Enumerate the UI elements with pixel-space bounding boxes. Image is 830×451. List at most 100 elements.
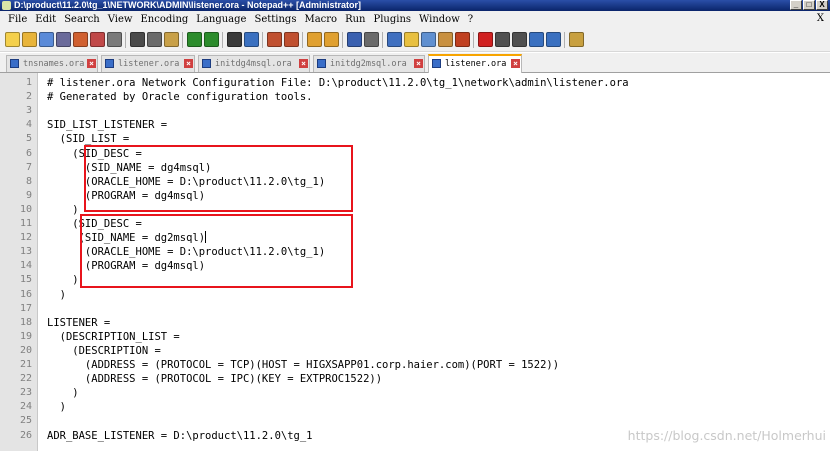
code-line[interactable]: 3: [0, 104, 830, 118]
code-line[interactable]: 20 (DESCRIPTION =: [0, 344, 830, 358]
line-number: 21: [19, 359, 32, 370]
maximize-button[interactable]: □: [803, 0, 815, 10]
sync-vertical-icon[interactable]: [307, 32, 322, 47]
save-all-icon[interactable]: [56, 32, 71, 47]
code-text: # Generated by Oracle configuration tool…: [47, 91, 313, 104]
line-number: 11: [19, 218, 32, 229]
menu-file[interactable]: File: [4, 14, 31, 25]
menu-view[interactable]: View: [104, 14, 137, 25]
replace-icon[interactable]: [244, 32, 259, 47]
code-line[interactable]: 21 (ADDRESS = (PROTOCOL = TCP)(HOST = HI…: [0, 358, 830, 372]
close-icon[interactable]: ×: [184, 59, 193, 68]
close-icon[interactable]: ×: [87, 59, 96, 68]
user-language-icon[interactable]: [404, 32, 419, 47]
function-list-icon[interactable]: [438, 32, 453, 47]
line-number: 17: [19, 302, 32, 314]
word-wrap-icon[interactable]: [347, 32, 362, 47]
code-text: SID_LIST_LISTENER =: [47, 119, 168, 132]
zoom-in-icon[interactable]: [267, 32, 282, 47]
code-line[interactable]: 23 ): [0, 386, 830, 400]
code-line[interactable]: 17: [0, 302, 830, 316]
close-icon[interactable]: ×: [414, 59, 423, 68]
redo-icon[interactable]: [204, 32, 219, 47]
menu-search[interactable]: Search: [60, 14, 104, 25]
close-icon[interactable]: ×: [299, 59, 308, 68]
paste-icon[interactable]: [164, 32, 179, 47]
close-icon[interactable]: ×: [511, 59, 520, 68]
play-macro-icon[interactable]: [512, 32, 527, 47]
title-bar: D:\product\11.2.0\tg_1\NETWORK\ADMIN\lis…: [0, 0, 830, 11]
misc-icon[interactable]: [569, 32, 584, 47]
undo-icon[interactable]: [187, 32, 202, 47]
code-line[interactable]: 25: [0, 414, 830, 428]
code-line[interactable]: 18 LISTENER =: [0, 316, 830, 330]
show-all-chars-icon[interactable]: [364, 32, 379, 47]
save-icon[interactable]: [39, 32, 54, 47]
tab-initdg4msql[interactable]: initdg4msql.ora ×: [198, 55, 310, 72]
menu-help[interactable]: ?: [464, 14, 477, 25]
line-number: 23: [19, 387, 32, 399]
menu-encoding[interactable]: Encoding: [136, 14, 192, 25]
toolbar-separator: [182, 32, 183, 48]
line-number: 3: [25, 105, 32, 117]
toolbar-separator: [382, 32, 383, 48]
line-number: 18: [19, 316, 32, 328]
toolbar-separator: [125, 32, 126, 48]
new-file-icon[interactable]: [5, 32, 20, 47]
menu-bar: File Edit Search View Encoding Language …: [0, 11, 830, 28]
print-icon[interactable]: [107, 32, 122, 47]
code-line[interactable]: 22 (ADDRESS = (PROTOCOL = IPC)(KEY = EXT…: [0, 372, 830, 386]
menu-plugins[interactable]: Plugins: [369, 14, 415, 25]
tab-label: tnsnames.ora: [23, 59, 85, 69]
doc-map-icon[interactable]: [421, 32, 436, 47]
code-text: ADR_BASE_LISTENER = D:\product\11.2.0\tg…: [47, 429, 313, 442]
cut-icon[interactable]: [130, 32, 145, 47]
menu-run[interactable]: Run: [341, 14, 369, 25]
line-number: 12: [19, 232, 32, 244]
folder-workspace-icon[interactable]: [455, 32, 470, 47]
zoom-out-icon[interactable]: [284, 32, 299, 47]
close-all-icon[interactable]: [90, 32, 105, 47]
find-icon[interactable]: [227, 32, 242, 47]
toolbar-separator: [342, 32, 343, 48]
menu-edit[interactable]: Edit: [31, 14, 60, 25]
minimize-button[interactable]: _: [790, 0, 802, 10]
stop-macro-icon[interactable]: [495, 32, 510, 47]
tab-tnsnames[interactable]: tnsnames.ora ×: [6, 55, 98, 72]
code-line[interactable]: 4 SID_LIST_LISTENER =: [0, 118, 830, 132]
menu-language[interactable]: Language: [192, 14, 250, 25]
save-macro-icon[interactable]: [546, 32, 561, 47]
code-line[interactable]: 24 ): [0, 400, 830, 414]
toolbar-separator: [564, 32, 565, 48]
code-line[interactable]: 2 # Generated by Oracle configuration too…: [0, 90, 830, 104]
close-document-button[interactable]: X: [817, 13, 824, 24]
play-multiple-icon[interactable]: [529, 32, 544, 47]
line-number: 13: [19, 246, 32, 258]
menu-window[interactable]: Window: [415, 14, 464, 25]
copy-icon[interactable]: [147, 32, 162, 47]
tab-label: initdg2msql.ora: [330, 59, 407, 69]
close-window-button[interactable]: X: [816, 0, 828, 10]
record-macro-icon[interactable]: [478, 32, 493, 47]
tab-listener-1[interactable]: listener.ora ×: [101, 55, 195, 72]
line-number: 14: [19, 260, 32, 272]
indent-guide-icon[interactable]: [387, 32, 402, 47]
menu-macro[interactable]: Macro: [300, 14, 341, 25]
toolbar: [0, 28, 830, 52]
code-text: (ADDRESS = (PROTOCOL = TCP)(HOST = HIGXS…: [47, 359, 560, 371]
editor-area[interactable]: 1 # listener.ora Network Configuration Fi…: [0, 73, 830, 451]
code-line[interactable]: 1 # listener.ora Network Configuration Fi…: [0, 76, 830, 90]
line-number: 9: [25, 189, 32, 201]
tab-label: listener.ora: [118, 59, 180, 69]
code-text: (DESCRIPTION_LIST =: [47, 330, 180, 343]
line-number: 4: [25, 119, 32, 131]
code-line[interactable]: 16 ): [0, 288, 830, 302]
sync-horizontal-icon[interactable]: [324, 32, 339, 47]
menu-settings[interactable]: Settings: [250, 14, 300, 25]
tab-initdg2msql[interactable]: initdg2msql.ora ×: [313, 55, 425, 72]
line-number: 10: [19, 203, 32, 215]
close-icon[interactable]: [73, 32, 88, 47]
open-file-icon[interactable]: [22, 32, 37, 47]
code-line[interactable]: 19 (DESCRIPTION_LIST =: [0, 330, 830, 344]
tab-listener-active[interactable]: listener.ora ×: [428, 54, 522, 73]
